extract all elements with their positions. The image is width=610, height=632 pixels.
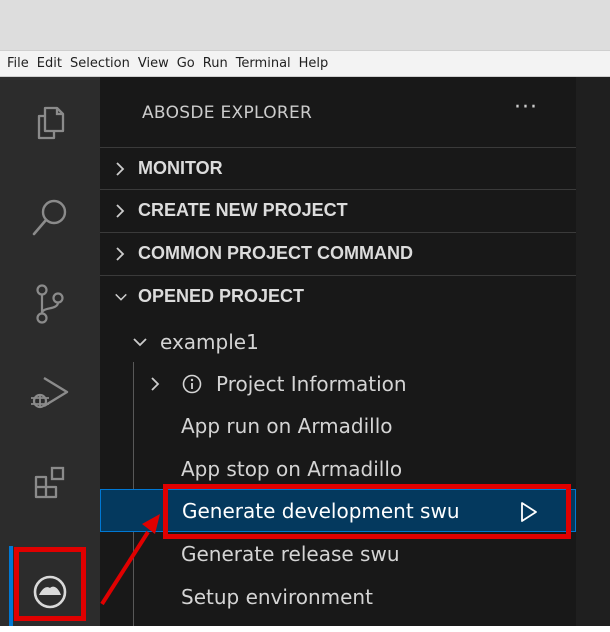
activity-search[interactable] (0, 178, 100, 258)
section-label: OPENED PROJECT (138, 286, 305, 306)
tree-item-label: Project Information (216, 371, 407, 396)
chevron-down-icon (114, 291, 128, 303)
tree-item-label: App run on Armadillo (181, 413, 393, 438)
activity-explorer[interactable] (0, 83, 100, 163)
chevron-right-icon (114, 246, 128, 262)
menu-terminal[interactable]: Terminal (232, 56, 295, 71)
activity-run-debug[interactable] (0, 353, 100, 433)
tree-item-app-run[interactable]: App run on Armadillo (100, 404, 576, 447)
menu-run[interactable]: Run (199, 56, 232, 71)
activity-bar (0, 77, 100, 626)
source-control-icon (36, 284, 64, 324)
menu-view[interactable]: View (134, 56, 173, 71)
tree-item-label: App stop on Armadillo (181, 456, 403, 481)
info-icon (182, 374, 202, 394)
abosde-explorer-panel: ABOSDE EXPLORER ··· MONITOR CREATE NEW P… (100, 77, 576, 626)
chevron-right-icon (114, 161, 128, 177)
highlight-box-abosde-icon (14, 547, 86, 621)
more-actions-button[interactable]: ··· (514, 95, 538, 120)
highlight-box-generate-development-swu (163, 484, 571, 539)
tree-item-project-information[interactable]: Project Information (100, 362, 576, 405)
menu-go[interactable]: Go (173, 56, 199, 71)
active-view-indicator (9, 546, 13, 626)
section-monitor[interactable]: MONITOR (100, 147, 576, 189)
extensions-icon (34, 466, 65, 499)
section-common-project-command[interactable]: COMMON PROJECT COMMAND (100, 232, 576, 274)
editor-area-edge (576, 77, 610, 626)
menu-edit[interactable]: Edit (33, 56, 66, 71)
activity-source-control[interactable] (0, 264, 100, 344)
menu-file[interactable]: File (3, 56, 33, 71)
project-name: example1 (160, 329, 259, 354)
activity-extensions[interactable] (0, 443, 100, 523)
tree-item-label: Generate release swu (181, 541, 400, 566)
section-create-new-project[interactable]: CREATE NEW PROJECT (100, 189, 576, 231)
tree-item-setup-environment[interactable]: Setup environment (100, 575, 576, 618)
tree-item-label: Setup environment (181, 584, 373, 609)
run-debug-icon (31, 376, 69, 409)
chevron-right-icon (114, 203, 128, 219)
chevron-down-icon (132, 336, 148, 348)
tree-item-example1[interactable]: example1 (100, 320, 576, 363)
window-titlebar (0, 0, 610, 50)
menu-selection[interactable]: Selection (66, 56, 134, 71)
menu-help[interactable]: Help (295, 56, 333, 71)
menu-bar: File Edit Selection View Go Run Terminal… (0, 50, 610, 77)
search-icon (32, 199, 67, 236)
panel-title: ABOSDE EXPLORER (142, 103, 313, 123)
section-label: MONITOR (138, 158, 223, 178)
section-label: CREATE NEW PROJECT (138, 200, 348, 220)
explorer-icon (37, 106, 65, 140)
section-label: COMMON PROJECT COMMAND (138, 243, 413, 263)
chevron-right-icon (149, 376, 161, 392)
section-opened-project[interactable]: OPENED PROJECT (100, 275, 576, 317)
